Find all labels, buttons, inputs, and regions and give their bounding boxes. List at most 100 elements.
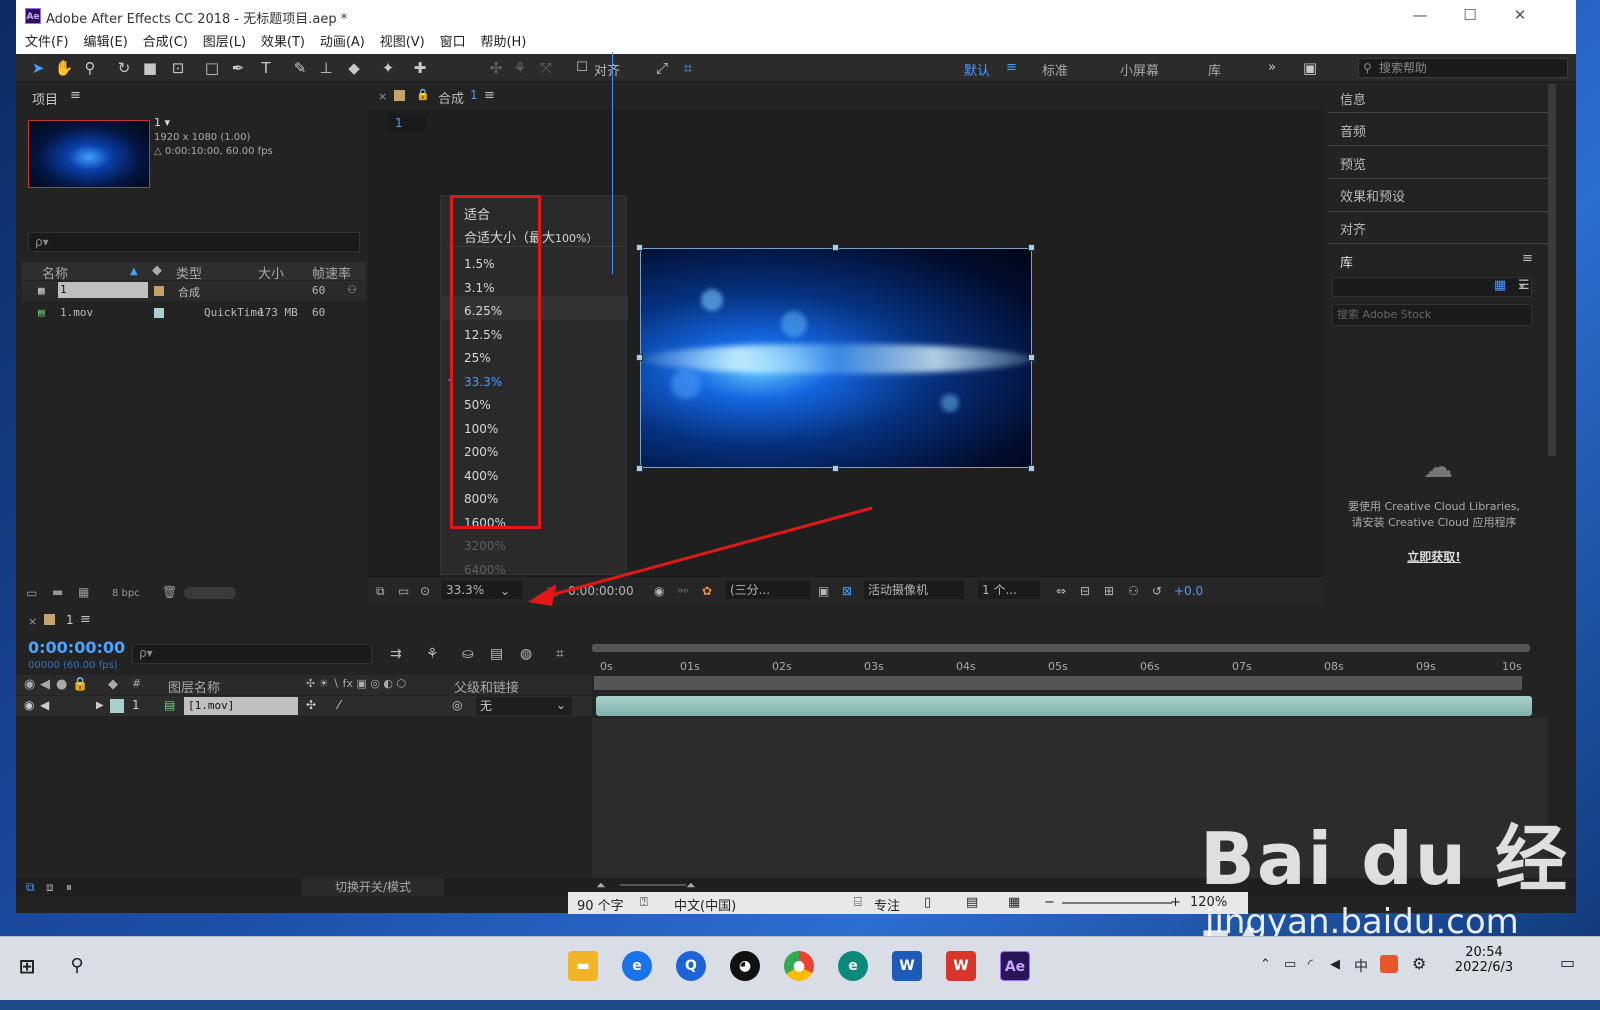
word-icon[interactable]: W xyxy=(892,951,922,981)
workspace-small-screen[interactable]: 小屏幕 xyxy=(1120,60,1159,79)
comp-mini-flowchart-icon[interactable]: ⇉ xyxy=(390,646,402,662)
reset-exposure-icon[interactable]: ↺ xyxy=(1152,584,1162,598)
doc-zoom-slider[interactable] xyxy=(1062,902,1172,904)
puppet-pin-tool-icon[interactable]: ✚ xyxy=(410,58,430,78)
transform-handle[interactable] xyxy=(636,354,643,361)
qq-icon[interactable]: ◕ xyxy=(730,951,760,981)
menu-help[interactable]: 帮助(H) xyxy=(480,32,526,54)
transfer-controls-icon[interactable]: ⧈ xyxy=(46,880,54,895)
layer-eye-icon[interactable]: ◉ xyxy=(24,698,34,712)
comp-tab-label[interactable]: 合成 xyxy=(438,88,464,107)
windows-start-icon[interactable]: ⊞ xyxy=(12,951,42,981)
new-comp-icon[interactable]: ▦ xyxy=(78,585,89,599)
focus-label[interactable]: 专注 xyxy=(874,895,900,914)
expand-arrow-icon[interactable]: ▶ xyxy=(96,700,104,711)
effects-presets-panel-tab[interactable]: 效果和预设 xyxy=(1340,186,1405,205)
chrome-icon[interactable]: ● xyxy=(784,951,814,981)
search-help-input[interactable]: ⚲ 搜索帮助 xyxy=(1358,58,1568,78)
rotate-tool-icon[interactable]: ↻ xyxy=(114,58,134,78)
brush-tool-icon[interactable]: ✎ xyxy=(290,58,310,78)
timeline-current-time[interactable]: 0:00:00:00 xyxy=(28,638,125,657)
lock-icon[interactable]: 🔒 xyxy=(416,88,430,101)
settings-gear-icon[interactable]: ⚙ xyxy=(1412,954,1426,973)
type-tool-icon[interactable]: T xyxy=(256,58,276,78)
comp-subtab[interactable]: 1 xyxy=(388,114,426,132)
shy-layers-icon[interactable]: ⛀ xyxy=(462,646,474,662)
composition-viewer[interactable] xyxy=(640,248,1033,468)
workspace-default[interactable]: 默认 xyxy=(964,60,990,79)
audio-icon[interactable]: ◀ xyxy=(40,677,50,692)
stock-search-input[interactable]: 搜索 Adobe Stock xyxy=(1332,304,1532,326)
align-panel-tab[interactable]: 对齐 xyxy=(1340,219,1366,238)
ie-browser-icon[interactable]: e xyxy=(622,951,652,981)
zoom-in-icon[interactable]: ⏶ xyxy=(686,878,696,893)
hand-tool-icon[interactable]: ✋ xyxy=(54,58,74,78)
motion-blur-icon[interactable]: ◍ xyxy=(520,646,532,662)
motion-blur-icon[interactable]: ⊟ xyxy=(1080,584,1090,598)
snapshot-icon[interactable]: ◉ xyxy=(654,584,664,598)
thumbnail-slider[interactable] xyxy=(184,587,236,599)
web-layout-icon[interactable]: ▦ xyxy=(1008,895,1020,910)
label-col-icon[interactable]: ◆ xyxy=(152,263,162,278)
edge-icon[interactable]: e xyxy=(838,951,868,981)
volume-icon[interactable]: ◀ xyxy=(1330,957,1340,972)
transform-handle[interactable] xyxy=(1028,354,1035,361)
panel-menu-icon[interactable]: ≡ xyxy=(70,88,81,103)
draft-3d-icon[interactable]: ⚘ xyxy=(426,646,439,662)
rectangle-tool-icon[interactable]: □ xyxy=(202,58,222,78)
workspace-library[interactable]: 库 xyxy=(1208,60,1221,79)
battery-icon[interactable]: ▭ xyxy=(1284,957,1296,972)
panel-menu-icon[interactable]: ≡ xyxy=(1522,251,1533,266)
channel-icon[interactable]: ✿ xyxy=(702,584,712,598)
comp-name[interactable]: 1 ▾ xyxy=(154,116,170,129)
frame-blending-icon[interactable]: ▤ xyxy=(490,646,503,662)
layer-audio-icon[interactable]: ◀ xyxy=(40,698,49,712)
chevron-down-icon[interactable]: ⌄ xyxy=(556,698,566,712)
region-of-interest-icon[interactable]: ⬚ xyxy=(546,584,557,598)
snap-checkbox[interactable]: ☐ xyxy=(572,58,592,78)
toggle-pixel-aspect-icon[interactable]: ⇔ xyxy=(1056,584,1066,598)
preview-panel-tab[interactable]: 预览 xyxy=(1340,154,1366,173)
sogou-icon[interactable] xyxy=(1380,955,1398,973)
menu-composition[interactable]: 合成(C) xyxy=(143,32,188,54)
resolution-select[interactable]: (三分... xyxy=(726,581,810,599)
eraser-tool-icon[interactable]: ◆ xyxy=(344,58,364,78)
menu-view[interactable]: 视图(V) xyxy=(380,32,425,54)
col-name[interactable]: 名称 xyxy=(42,263,68,282)
views-select[interactable]: 1 个... xyxy=(978,581,1040,599)
language-label[interactable]: 中文(中国) xyxy=(674,895,736,914)
current-time-indicator[interactable] xyxy=(612,52,613,274)
transform-handle[interactable] xyxy=(636,244,643,251)
pan-behind-tool-icon[interactable]: ⊡ xyxy=(168,58,188,78)
menu-edit[interactable]: 编辑(E) xyxy=(83,32,127,54)
grid-view-icon[interactable]: ▦ xyxy=(1494,278,1506,293)
current-time[interactable]: 0:00:00:00 xyxy=(568,584,634,598)
scrollbar[interactable] xyxy=(1548,84,1556,456)
chevron-down-icon[interactable]: ⌄ xyxy=(500,584,510,598)
col-size[interactable]: 大小 xyxy=(258,263,284,282)
more-workspaces-icon[interactable]: » xyxy=(1268,60,1276,75)
focus-icon[interactable]: ⌸ xyxy=(854,895,862,910)
workspace-menu-icon[interactable]: ≡ xyxy=(1006,60,1017,75)
notification-icon[interactable]: ▭ xyxy=(1560,953,1575,972)
bit-depth-button[interactable]: 8 bpc xyxy=(112,588,140,599)
proofing-icon[interactable]: ⍰ xyxy=(640,895,648,910)
get-it-now-link[interactable]: 立即获取! xyxy=(1326,548,1542,565)
close-button[interactable]: ✕ xyxy=(1510,6,1530,24)
transform-handle[interactable] xyxy=(832,244,839,251)
pen-tool-icon[interactable]: ✒ xyxy=(228,58,248,78)
taskbar-clock[interactable]: 20:54 2022/6/3 xyxy=(1444,945,1524,975)
item-name[interactable]: 1 xyxy=(58,282,148,298)
project-item-row[interactable]: ▤ 1.mov QuickTime 173 MB 60 xyxy=(22,303,366,323)
transform-handle[interactable] xyxy=(1028,465,1035,472)
menu-animation[interactable]: 动画(A) xyxy=(320,32,365,54)
zoom-minus-icon[interactable]: − xyxy=(1044,895,1055,910)
timeline-zoom-slider[interactable] xyxy=(620,884,686,886)
panel-menu-icon[interactable]: ≡ xyxy=(80,612,91,627)
menu-file[interactable]: 文件(F) xyxy=(25,32,69,54)
layer-duration-bar[interactable] xyxy=(596,696,1532,716)
pick-whip-icon[interactable]: ◎ xyxy=(452,698,462,712)
zoom-plus-icon[interactable]: + xyxy=(1170,895,1181,910)
interpret-footage-icon[interactable]: ▭ xyxy=(26,586,37,600)
project-item-row[interactable]: ▦ 1 合成 60 ⚇ xyxy=(22,281,366,301)
